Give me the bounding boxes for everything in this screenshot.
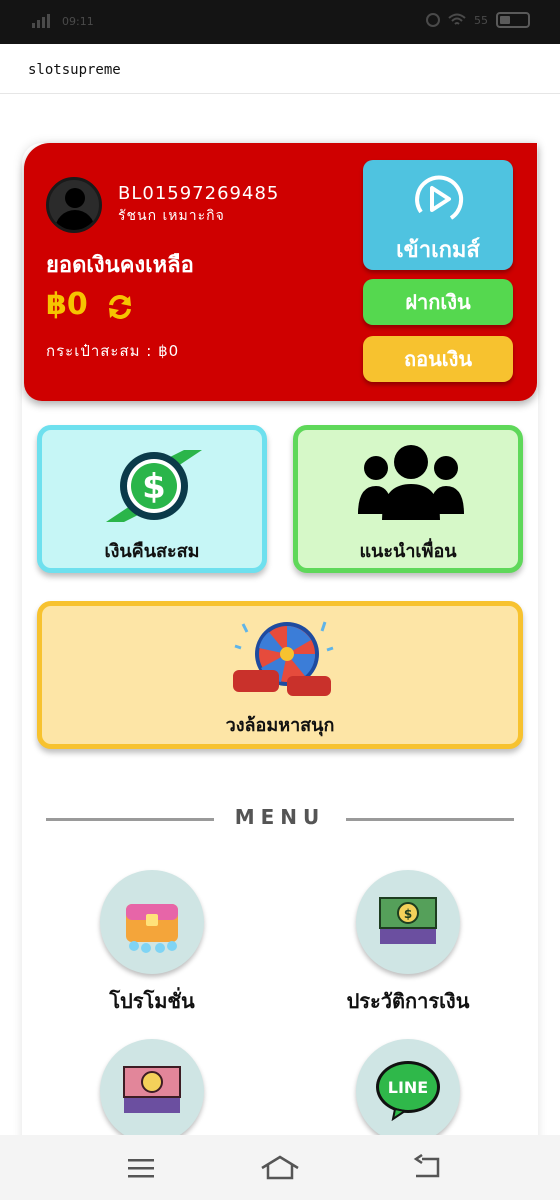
enter-game-label: เข้าเกมส์ xyxy=(396,238,480,263)
page-content: BL01597269485 รัชนก เหมาะกิจ ยอดเงินคงเห… xyxy=(0,95,560,1143)
status-time: 09:11 xyxy=(62,14,94,28)
menu-title: MENU xyxy=(234,805,326,829)
divider-left xyxy=(46,818,214,821)
menu-label-financial-history: ประวัติการเงิน xyxy=(346,989,470,1013)
status-left: 09:11 xyxy=(32,14,94,28)
battery-percent: 55 xyxy=(474,13,488,27)
status-bar: 09:11 55 xyxy=(0,0,560,44)
money-stack-icon xyxy=(123,1066,181,1113)
svg-text:$: $ xyxy=(404,907,412,921)
play-icon xyxy=(415,175,464,220)
money-stack-icon: $ xyxy=(379,897,437,944)
invite-label: แนะนำเพื่อน xyxy=(359,541,457,562)
cashback-tile[interactable]: $ เงินคืนสะสม xyxy=(37,425,267,573)
balance-value: ฿0 xyxy=(46,287,88,322)
lucky-wheel-tile[interactable]: วงล้อมหาสนุก xyxy=(37,601,523,749)
menu-item-line[interactable]: LINE xyxy=(356,1039,460,1143)
alarm-icon xyxy=(426,13,440,27)
back-icon[interactable] xyxy=(412,1154,444,1180)
cashback-icon: $ xyxy=(106,450,202,522)
balance-label: ยอดเงินคงเหลือ xyxy=(46,253,194,278)
home-icon[interactable] xyxy=(260,1154,300,1180)
wheel-icon xyxy=(233,621,334,696)
svg-text:$: $ xyxy=(142,467,166,507)
menu-heading: MENU xyxy=(0,805,560,835)
divider-right xyxy=(346,818,514,821)
signal-icon xyxy=(32,14,50,28)
account-name: รัชนก เหมาะกิจ xyxy=(118,208,225,224)
withdraw-button[interactable]: ถอนเงิน xyxy=(363,336,513,382)
site-title[interactable]: slotsupreme xyxy=(28,62,121,78)
account-id: BL01597269485 xyxy=(118,183,280,204)
menu-item-financial-history[interactable]: $ xyxy=(356,870,460,974)
wifi-icon xyxy=(448,13,466,25)
account-card: BL01597269485 รัชนก เหมาะกิจ ยอดเงินคงเห… xyxy=(24,143,537,401)
line-text: LINE xyxy=(388,1078,428,1097)
browser-header: slotsupreme xyxy=(0,44,560,94)
battery-icon xyxy=(496,12,530,28)
group-icon xyxy=(358,445,464,520)
menu-icon[interactable] xyxy=(126,1156,156,1180)
avatar xyxy=(46,177,102,233)
user-head-icon xyxy=(65,188,85,208)
line-icon: LINE xyxy=(376,1061,440,1121)
treasure-chest-icon xyxy=(126,904,178,953)
menu-item-money[interactable] xyxy=(100,1039,204,1143)
menu-item-promotions[interactable] xyxy=(100,870,204,974)
enter-game-button[interactable]: เข้าเกมส์ xyxy=(363,160,513,270)
user-body-icon xyxy=(55,210,95,230)
cashback-label: เงินคืนสะสม xyxy=(104,541,200,562)
wallet-balance: กระเป๋าสะสม : ฿0 xyxy=(46,342,180,360)
deposit-button[interactable]: ฝากเงิน xyxy=(363,279,513,325)
refresh-icon[interactable] xyxy=(106,293,134,321)
navigation-bar xyxy=(0,1135,560,1200)
invite-tile[interactable]: แนะนำเพื่อน xyxy=(293,425,523,573)
lucky-wheel-label: วงล้อมหาสนุก xyxy=(225,715,335,736)
menu-label-promotions: โปรโมชั่น xyxy=(109,989,195,1013)
status-right: 55 xyxy=(426,12,530,28)
